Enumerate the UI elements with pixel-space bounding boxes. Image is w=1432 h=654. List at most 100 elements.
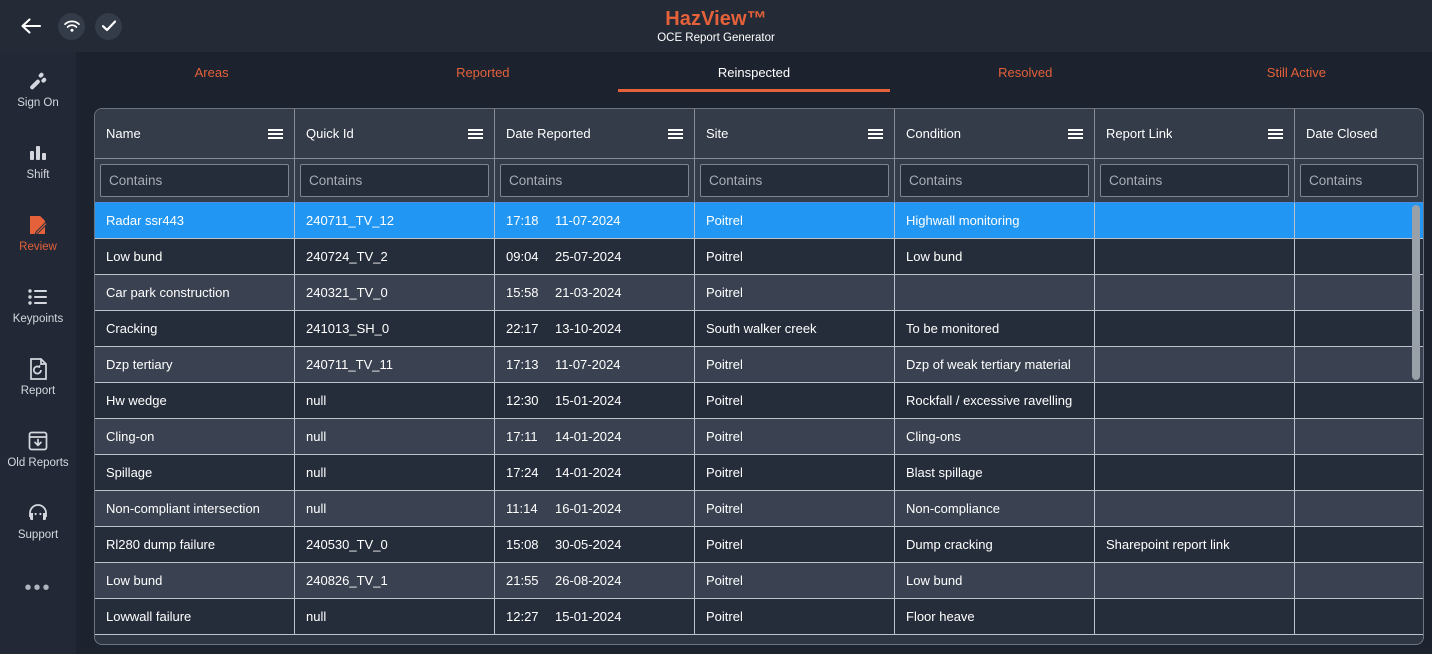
- table-cell-name: Spillage: [95, 455, 295, 490]
- table-cell-condition: Highwall monitoring: [895, 203, 1095, 238]
- table-cell-date-closed: [1295, 599, 1423, 634]
- cell-time: 17:13: [506, 357, 539, 372]
- table-cell-name: Lowwall failure: [95, 599, 295, 634]
- column-header-date-reported[interactable]: Date Reported: [495, 109, 695, 158]
- archive-download-icon: [27, 428, 49, 454]
- sidebar-item-label: Shift: [26, 169, 50, 181]
- column-menu-icon[interactable]: [1068, 128, 1083, 139]
- table-cell-date-closed: [1295, 563, 1423, 598]
- cell-time: 17:11: [506, 429, 538, 444]
- table-cell-date-reported: 22:17 13-10-2024: [495, 311, 695, 346]
- sidebar-item-keypoints[interactable]: Keypoints: [0, 284, 76, 340]
- tab-resolved[interactable]: Resolved: [890, 52, 1161, 92]
- sidebar-item-label: Report: [20, 385, 56, 397]
- tab-still-active[interactable]: Still Active: [1161, 52, 1432, 92]
- table-row[interactable]: Rl280 dump failure 240530_TV_0 15:08 30-05-…: [95, 527, 1423, 563]
- table-row[interactable]: Low bund 240826_TV_1 21:55 26-08-2024 Poitre…: [95, 563, 1423, 599]
- tab-label: Resolved: [998, 64, 1053, 80]
- sidebar-item-old-reports[interactable]: Old Reports: [0, 428, 76, 484]
- filter-input-report-link[interactable]: [1100, 164, 1289, 197]
- back-arrow-icon[interactable]: [14, 9, 48, 43]
- sign-on-icon: [26, 68, 50, 94]
- vertical-scrollbar[interactable]: [1409, 203, 1422, 644]
- sync-ok-button[interactable]: [95, 12, 122, 40]
- sidebar-item-review[interactable]: Review: [0, 212, 76, 268]
- table-row[interactable]: Hw wedge null 12:30 15-01-2024 Poitrel Rockfa…: [95, 383, 1423, 419]
- table-cell-date-reported: 17:24 14-01-2024: [495, 455, 695, 490]
- vertical-scrollbar-thumb[interactable]: [1412, 205, 1420, 380]
- filter-input-condition[interactable]: [900, 164, 1089, 197]
- table-row[interactable]: Lowwall failure null 12:27 15-01-2024 Poitre…: [95, 599, 1423, 635]
- table-row[interactable]: Car park construction 240321_TV_0 15:58 21-…: [95, 275, 1423, 311]
- filter-input-site[interactable]: [700, 164, 889, 197]
- sidebar-item-sign-on[interactable]: Sign On: [0, 68, 76, 124]
- sidebar-item-report[interactable]: Report: [0, 356, 76, 412]
- column-header-report-link[interactable]: Report Link: [1095, 109, 1295, 158]
- wifi-status-button[interactable]: [58, 12, 85, 40]
- table-row[interactable]: Low bund 240724_TV_2 09:04 25-07-2024 Poitre…: [95, 239, 1423, 275]
- table-cell-quick-id: 240530_TV_0: [295, 527, 495, 562]
- sidebar-item-label: Review: [19, 241, 57, 253]
- tab-label: Reinspected: [717, 64, 791, 80]
- sidebar-item-shift[interactable]: Shift: [0, 140, 76, 196]
- table-cell-site: Poitrel: [695, 455, 895, 490]
- table-row[interactable]: Non-compliant intersection null 11:14 16-01…: [95, 491, 1423, 527]
- tab-label: Reported: [456, 64, 510, 80]
- tab-label: Areas: [194, 64, 229, 80]
- table-cell-condition: Cling-ons: [895, 419, 1095, 454]
- column-header-label: Quick Id: [306, 126, 354, 141]
- table-cell-site: Poitrel: [695, 491, 895, 526]
- table-cell-date-reported: 09:04 25-07-2024: [495, 239, 695, 274]
- table-row[interactable]: Dzp tertiary 240711_TV_11 17:13 11-07-2024 P…: [95, 347, 1423, 383]
- sidebar-item-support[interactable]: Support: [0, 500, 76, 556]
- filter-input-quick-id[interactable]: [300, 164, 489, 197]
- document-refresh-icon: [27, 356, 49, 382]
- table-cell-name: Dzp tertiary: [95, 347, 295, 382]
- tab-areas[interactable]: Areas: [76, 52, 347, 92]
- table-cell-name: Low bund: [95, 563, 295, 598]
- table-cell-date-closed: [1295, 347, 1423, 382]
- table-cell-quick-id: null: [295, 383, 495, 418]
- table-cell-report-link: Sharepoint report link: [1095, 527, 1295, 562]
- table-cell-name: Low bund: [95, 239, 295, 274]
- sidebar-item-label: Sign On: [17, 97, 59, 109]
- table-cell-quick-id: null: [295, 599, 495, 634]
- column-header-site[interactable]: Site: [695, 109, 895, 158]
- column-header-quick-id[interactable]: Quick Id: [295, 109, 495, 158]
- table-cell-condition: Floor heave: [895, 599, 1095, 634]
- column-menu-icon[interactable]: [268, 128, 283, 139]
- table-cell-report-link: [1095, 275, 1295, 310]
- table-cell-name: Radar ssr443: [95, 203, 295, 238]
- cell-date: 30-05-2024: [555, 537, 622, 552]
- table-row[interactable]: Cracking 241013_SH_0 22:17 13-10-2024 South …: [95, 311, 1423, 347]
- tab-reported[interactable]: Reported: [347, 52, 618, 92]
- cell-date: 11-07-2024: [555, 213, 621, 228]
- filter-input-date-closed[interactable]: [1300, 164, 1418, 197]
- table-row[interactable]: Radar ssr443 240711_TV_12 17:18 11-07-2024 P…: [95, 203, 1423, 239]
- tab-reinspected[interactable]: Reinspected: [618, 52, 890, 92]
- page-title: HazView™: [665, 7, 767, 30]
- cell-date: 13-10-2024: [555, 321, 622, 336]
- filter-input-date-reported[interactable]: [500, 164, 689, 197]
- table-cell-report-link: [1095, 419, 1295, 454]
- edit-document-icon: [26, 212, 50, 238]
- sidebar: Sign On Shift Review Keypoints Report Ol…: [0, 52, 76, 654]
- table-cell-report-link: [1095, 383, 1295, 418]
- filter-cell-date-reported: [495, 159, 695, 202]
- table-row[interactable]: Spillage null 17:24 14-01-2024 Poitrel Blast …: [95, 455, 1423, 491]
- filter-input-name[interactable]: [100, 164, 289, 197]
- column-header-name[interactable]: Name: [95, 109, 295, 158]
- filter-cell-quick-id: [295, 159, 495, 202]
- column-menu-icon[interactable]: [468, 128, 483, 139]
- column-menu-icon[interactable]: [668, 128, 683, 139]
- table-cell-report-link: [1095, 239, 1295, 274]
- table-row[interactable]: Cling-on null 17:11 14-01-2024 Poitrel Cling-…: [95, 419, 1423, 455]
- column-header-date-closed[interactable]: Date Closed: [1295, 109, 1423, 158]
- column-menu-icon[interactable]: [1268, 128, 1283, 139]
- column-header-condition[interactable]: Condition: [895, 109, 1095, 158]
- table-cell-name: Non-compliant intersection: [95, 491, 295, 526]
- list-icon: [27, 284, 49, 310]
- column-menu-icon[interactable]: [868, 128, 883, 139]
- table-cell-condition: Non-compliance: [895, 491, 1095, 526]
- sidebar-more-button[interactable]: •••: [24, 578, 51, 598]
